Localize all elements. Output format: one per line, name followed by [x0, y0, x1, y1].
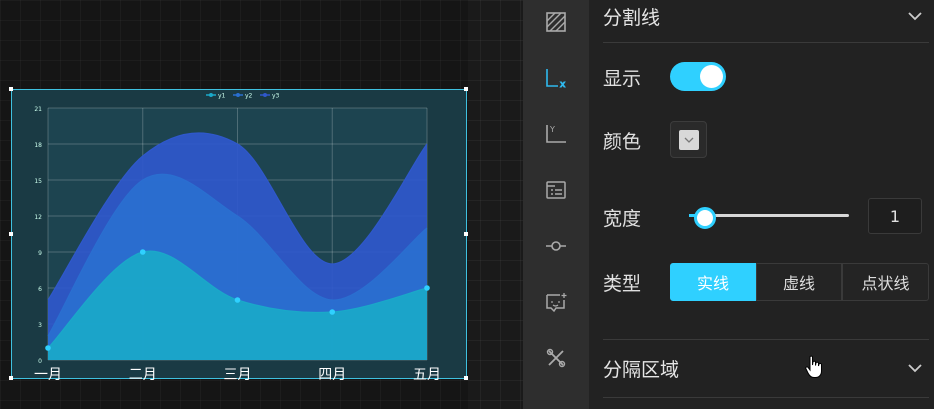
x-tick-label: 四月 — [318, 367, 346, 380]
area-chart: 0 3 6 9 12 15 18 21 一月 二月 三月 四月 五月 y1 y2 y3 — [34, 93, 441, 381]
fill-pattern-icon[interactable] — [523, 0, 589, 44]
x-tick-label: 二月 — [129, 367, 157, 380]
toggle-knob — [700, 65, 723, 88]
y-tick-label: 6 — [38, 286, 42, 293]
type-label: 类型 — [603, 273, 642, 295]
color-swatch — [679, 130, 699, 150]
chevron-down-icon[interactable] — [907, 11, 923, 21]
show-toggle[interactable] — [670, 62, 726, 91]
split-line-title: 分割线 — [603, 6, 661, 29]
x-axis-icon[interactable]: x — [523, 56, 589, 100]
y-tick-label: 0 — [38, 358, 42, 365]
legend-marker-y3 — [263, 93, 267, 97]
data-point-y1 — [329, 309, 336, 315]
x-tick-label: 三月 — [224, 367, 252, 380]
settings-panel: 分割线 显示 颜色 宽度 1 类型 实线 虚线 点状线 分隔区域 — [589, 0, 934, 409]
section-divider — [603, 339, 929, 340]
y-axis-icon[interactable]: Y — [523, 112, 589, 156]
split-area-section-header[interactable]: 分隔区域 — [603, 352, 923, 384]
resize-handle-top-right[interactable] — [464, 87, 468, 91]
legend-label-y2: y2 — [245, 93, 253, 100]
resize-handle-left[interactable] — [9, 232, 13, 236]
y-tick-label: 21 — [34, 106, 42, 113]
point-icon[interactable] — [523, 224, 589, 268]
width-input[interactable]: 1 — [868, 198, 922, 234]
y-tick-label: 3 — [38, 322, 42, 329]
data-point-y1 — [234, 297, 241, 303]
tooltip-icon[interactable] — [523, 280, 589, 324]
chart-component[interactable]: 0 3 6 9 12 15 18 21 一月 二月 三月 四月 五月 y1 y2 y3 — [11, 89, 467, 381]
legend-marker-y2 — [236, 93, 240, 97]
show-label: 显示 — [603, 68, 642, 90]
svg-text:x: x — [560, 80, 566, 89]
width-label: 宽度 — [603, 208, 642, 230]
type-dotted-button[interactable]: 点状线 — [842, 263, 929, 301]
settings-icon-rail: x Y — [523, 0, 589, 409]
color-picker[interactable] — [670, 121, 707, 158]
resize-handle-bottom-left[interactable] — [9, 376, 13, 380]
color-label: 颜色 — [603, 131, 642, 153]
width-slider-thumb[interactable] — [694, 207, 716, 229]
data-point-y1 — [424, 285, 430, 291]
data-point-y1 — [139, 249, 146, 255]
section-divider — [603, 42, 929, 43]
data-point-y1 — [45, 345, 51, 351]
y-tick-label: 18 — [34, 142, 42, 149]
legend-marker-y1 — [209, 93, 213, 97]
hand-cursor-icon — [805, 355, 822, 378]
tools-icon[interactable] — [523, 336, 589, 380]
chevron-down-icon[interactable] — [907, 363, 923, 373]
section-divider — [603, 397, 929, 398]
split-line-section-header[interactable]: 分割线 — [603, 0, 923, 32]
x-tick-label: 一月 — [34, 367, 62, 380]
y-tick-label: 12 — [34, 214, 42, 221]
legend-label-y1: y1 — [218, 93, 226, 100]
resize-handle-bottom-right[interactable] — [464, 376, 468, 380]
svg-text:Y: Y — [549, 125, 555, 134]
y-tick-label: 9 — [38, 250, 42, 257]
y-tick-label: 15 — [34, 178, 42, 185]
legend-icon[interactable] — [523, 168, 589, 212]
resize-handle-top-left[interactable] — [9, 87, 13, 91]
legend-label-y3: y3 — [272, 93, 280, 100]
resize-handle-right[interactable] — [464, 232, 468, 236]
x-tick-label: 五月 — [413, 367, 441, 380]
type-solid-button[interactable]: 实线 — [670, 263, 756, 301]
type-dashed-button[interactable]: 虚线 — [756, 263, 842, 301]
chevron-down-icon — [684, 137, 694, 143]
split-area-title: 分隔区域 — [603, 358, 680, 381]
